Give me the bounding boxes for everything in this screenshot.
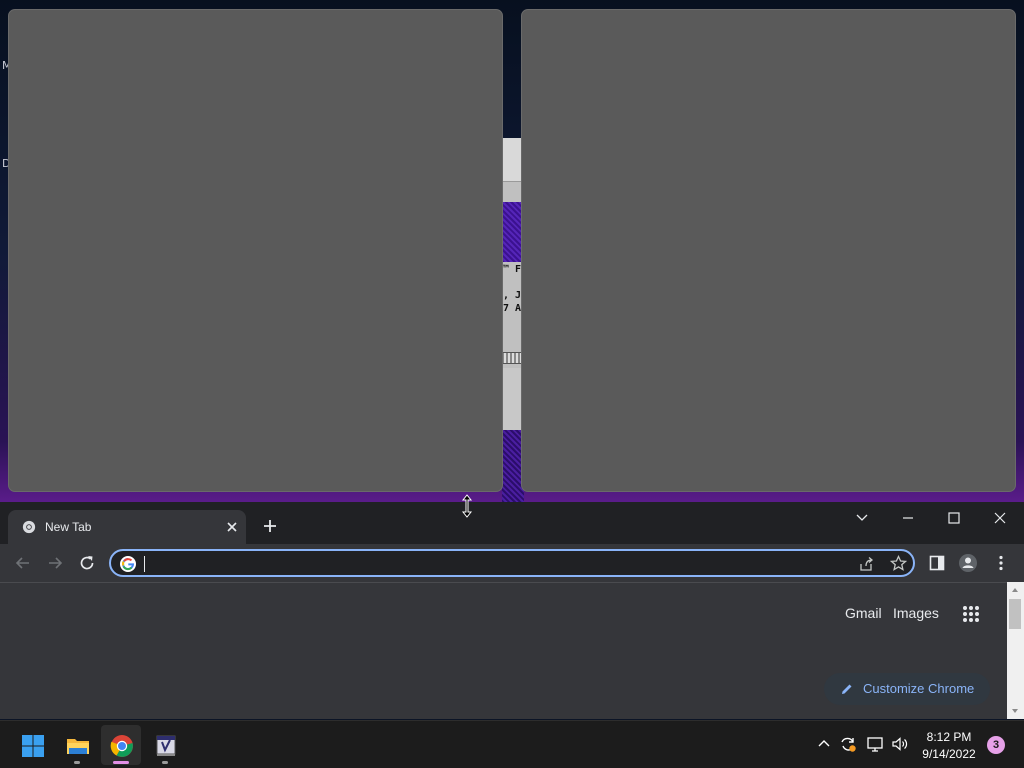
- google-apps-grid-icon[interactable]: [962, 605, 980, 623]
- sync-update-icon[interactable]: [839, 735, 857, 753]
- scrollbar-thumb[interactable]: [1009, 599, 1021, 629]
- network-icon[interactable]: [866, 735, 884, 753]
- tab-title: New Tab: [45, 520, 92, 534]
- desktop: M D ™ F , J 7 A: [0, 0, 1024, 502]
- tab-new-tab[interactable]: New Tab: [8, 510, 246, 544]
- taskbar: 8:12 PM 9/14/2022 3: [0, 720, 1024, 768]
- close-window-icon[interactable]: [985, 508, 1015, 528]
- forward-arrow-icon[interactable]: [45, 553, 65, 573]
- minimize-icon[interactable]: [893, 508, 923, 528]
- app-window-icon: [156, 735, 176, 756]
- notification-badge[interactable]: 3: [987, 736, 1005, 754]
- customize-chrome-label: Customize Chrome: [863, 681, 975, 696]
- start-button[interactable]: [12, 725, 52, 765]
- new-tab-page: Gmail Images Customize Chrome: [0, 582, 1007, 719]
- taskbar-chrome[interactable]: [101, 725, 141, 765]
- taskbar-app-window[interactable]: [145, 725, 185, 765]
- snap-assist-pane-right[interactable]: [521, 9, 1016, 492]
- chrome-favicon-icon: [22, 520, 36, 534]
- back-arrow-icon[interactable]: [13, 553, 33, 573]
- address-bar[interactable]: [109, 549, 915, 577]
- tab-close-icon[interactable]: [224, 519, 240, 535]
- page-scrollbar[interactable]: [1007, 582, 1024, 719]
- reload-icon[interactable]: [77, 553, 97, 573]
- chrome-icon: [110, 735, 133, 757]
- retro-app-text: , J: [503, 290, 522, 301]
- new-tab-plus-icon[interactable]: [262, 518, 278, 534]
- share-icon[interactable]: [858, 556, 874, 572]
- omnibox-input[interactable]: [141, 554, 841, 572]
- tab-strip: New Tab: [0, 502, 1024, 544]
- taskbar-file-explorer[interactable]: [57, 725, 97, 765]
- scroll-up-arrow-icon[interactable]: [1011, 586, 1019, 594]
- resize-cursor-icon: [461, 494, 473, 518]
- windows-start-icon: [22, 735, 44, 757]
- maximize-icon[interactable]: [939, 508, 969, 528]
- taskbar-clock[interactable]: 8:12 PM 9/14/2022: [916, 729, 982, 763]
- clock-time: 8:12 PM: [926, 730, 972, 744]
- images-link[interactable]: Images: [893, 605, 939, 621]
- scroll-down-arrow-icon[interactable]: [1011, 707, 1019, 715]
- show-hidden-icons-chevron-icon[interactable]: [815, 735, 833, 753]
- text-caret: [144, 556, 145, 572]
- pencil-icon: [842, 684, 852, 694]
- profile-avatar-icon[interactable]: [958, 553, 978, 573]
- snap-assist-pane-left[interactable]: [8, 9, 503, 492]
- folder-icon: [67, 739, 89, 754]
- retro-app-text: ™ F: [503, 264, 522, 275]
- bookmark-star-icon[interactable]: [890, 555, 907, 572]
- customize-chrome-button[interactable]: Customize Chrome: [824, 673, 990, 705]
- chrome-window: New Tab Gmail Images Customize Chrome: [0, 502, 1024, 719]
- toolbar: [0, 544, 1024, 582]
- volume-icon[interactable]: [891, 735, 909, 753]
- retro-app-text: 7 A: [503, 303, 522, 314]
- gmail-link[interactable]: Gmail: [845, 605, 882, 621]
- clock-date: 9/14/2022: [922, 747, 976, 761]
- google-g-icon: [120, 556, 136, 572]
- kebab-menu-icon[interactable]: [991, 553, 1011, 573]
- side-panel-icon[interactable]: [927, 553, 947, 573]
- tab-search-chevron-icon[interactable]: [847, 508, 877, 528]
